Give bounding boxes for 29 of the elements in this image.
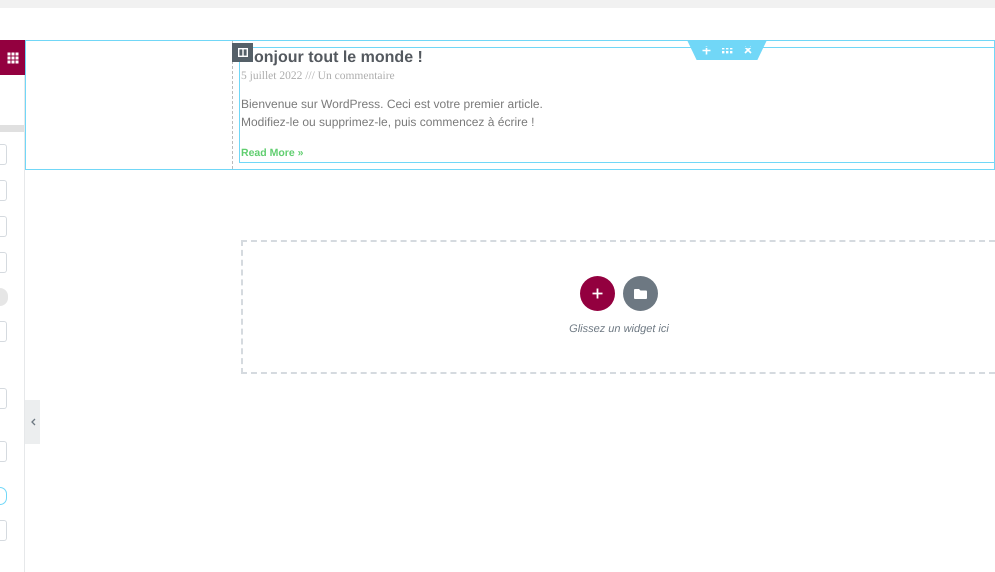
select-field[interactable] <box>0 180 7 201</box>
post-excerpt-line: Modifiez-le ou supprimez-le, puis commencez à écrire ! <box>241 114 536 131</box>
number-field[interactable] <box>0 441 7 462</box>
post-excerpt-line: Bienvenue sur WordPress. Ceci est votre premier article. <box>241 96 544 113</box>
chevron-left-icon <box>30 418 36 426</box>
add-template-button[interactable] <box>623 276 658 312</box>
radio-button[interactable] <box>0 487 7 505</box>
grid-icon <box>6 52 18 64</box>
collapse-panel-button[interactable] <box>25 400 40 444</box>
post-meta: 5 juillet 2022 /// Un commentaire <box>241 69 396 83</box>
select-field[interactable] <box>0 144 7 165</box>
folder-icon <box>634 288 647 299</box>
columns-icon <box>238 48 248 57</box>
add-section-button[interactable] <box>580 276 615 312</box>
select-field[interactable] <box>0 252 7 273</box>
widgets-menu-button[interactable] <box>0 40 25 75</box>
close-icon[interactable] <box>744 46 752 54</box>
number-field[interactable] <box>0 388 7 409</box>
add-icon <box>592 288 603 300</box>
select-field[interactable] <box>0 321 7 342</box>
toggle-switch[interactable] <box>0 288 8 306</box>
select-field[interactable] <box>0 216 7 237</box>
column-handle-button[interactable] <box>232 43 253 62</box>
read-more-link[interactable]: Read More » <box>241 146 304 162</box>
post-title: onjour tout le monde ! <box>254 48 423 68</box>
add-icon[interactable] <box>702 46 711 54</box>
dropzone-hint: Glissez un widget ici <box>569 322 669 338</box>
drag-handle-icon[interactable] <box>722 46 733 54</box>
select-field[interactable] <box>0 520 7 541</box>
